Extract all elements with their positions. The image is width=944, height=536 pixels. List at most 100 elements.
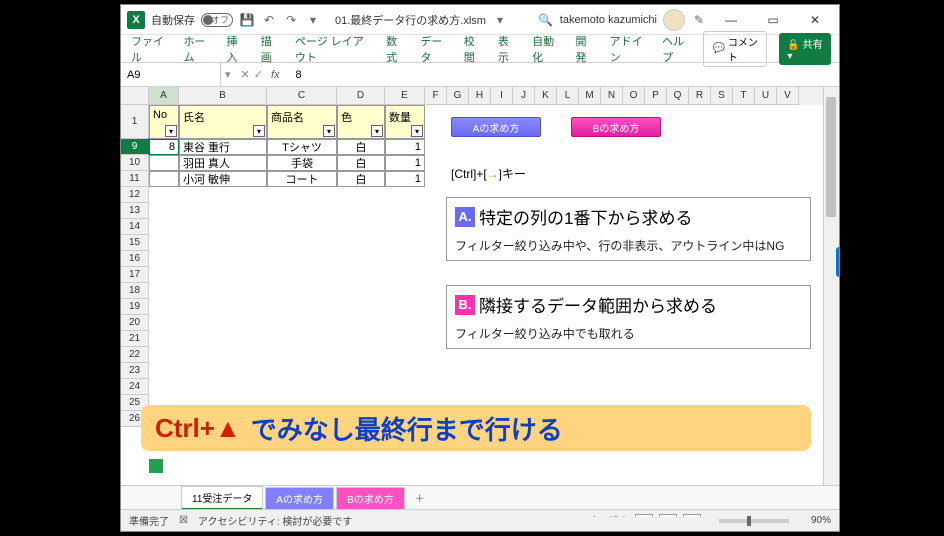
rowhead-20[interactable]: 20 [121,315,149,331]
avatar[interactable] [663,9,685,31]
cell-c9[interactable]: Tシャツ [267,139,337,155]
cell-a11[interactable] [149,171,179,187]
rowhead-9[interactable]: 9 [121,139,149,155]
colhead-e[interactable]: E [385,87,425,105]
rowhead-15[interactable]: 15 [121,235,149,251]
sheet-tab-b[interactable]: Bの求め方 [336,487,405,509]
header-color[interactable]: 色▾ [337,105,385,139]
header-name[interactable]: 氏名▾ [179,105,267,139]
colhead-p[interactable]: P [645,87,667,105]
section-a-title-text: 特定の列の1番下から求める [479,204,692,229]
filter-icon[interactable]: ▾ [323,125,335,137]
vertical-scrollbar[interactable] [823,87,839,485]
save-icon[interactable]: 💾 [239,12,255,28]
cell-d9[interactable]: 白 [337,139,385,155]
colhead-d[interactable]: D [337,87,385,105]
method-b-button[interactable]: Bの求め方 [571,117,661,137]
cell-a9[interactable]: 8 [149,139,179,155]
rowhead-1[interactable]: 1 [121,105,149,139]
header-no[interactable]: No▾ [149,105,179,139]
colhead-g[interactable]: G [447,87,469,105]
rowhead-18[interactable]: 18 [121,283,149,299]
sheet-tab-a[interactable]: Aの求め方 [265,487,334,509]
namebox-dropdown-icon[interactable]: ▾ [221,68,235,81]
rowhead-12[interactable]: 12 [121,187,149,203]
colhead-h[interactable]: H [469,87,491,105]
cancel-formula-icon[interactable]: ✕ [241,68,250,81]
autosave-toggle[interactable] [201,13,233,27]
cell-b11[interactable]: 小河 敏伸 [179,171,267,187]
rowhead-23[interactable]: 23 [121,363,149,379]
rowhead-19[interactable]: 19 [121,299,149,315]
add-sheet-button[interactable]: ＋ [407,487,433,508]
name-box[interactable]: A9 [121,63,221,86]
colhead-c[interactable]: C [267,87,337,105]
filter-icon[interactable]: ▾ [165,125,177,137]
accept-formula-icon[interactable]: ✓ [254,68,263,81]
rowhead-16[interactable]: 16 [121,251,149,267]
rowhead-22[interactable]: 22 [121,347,149,363]
rowhead-17[interactable]: 17 [121,267,149,283]
maximize-button[interactable]: ▭ [755,6,791,34]
colhead-u[interactable]: U [755,87,777,105]
minimize-button[interactable]: ― [713,6,749,34]
colhead-a[interactable]: A [149,87,179,105]
select-all-corner[interactable] [121,87,149,105]
colhead-k[interactable]: K [535,87,557,105]
colhead-n[interactable]: N [601,87,623,105]
qat-dropdown-icon[interactable]: ▾ [305,12,321,28]
rowhead-24[interactable]: 24 [121,379,149,395]
colhead-r[interactable]: R [689,87,711,105]
search-icon[interactable]: 🔍 [538,12,554,28]
pen-icon[interactable]: ✎ [691,12,707,28]
colhead-m[interactable]: M [579,87,601,105]
colhead-s[interactable]: S [711,87,733,105]
accessibility-text[interactable]: アクセシビリティ: 検討が必要です [198,513,352,528]
cell-e11[interactable]: 1 [385,171,425,187]
header-qty[interactable]: 数量▾ [385,105,425,139]
undo-icon[interactable]: ↶ [261,12,277,28]
cell-b9[interactable]: 東谷 重行 [179,139,267,155]
colhead-i[interactable]: I [491,87,513,105]
formula-input[interactable]: 8 [290,69,308,81]
cell-d10[interactable]: 白 [337,155,385,171]
header-item[interactable]: 商品名▾ [267,105,337,139]
zoom-slider[interactable] [719,519,789,523]
method-a-button[interactable]: Aの求め方 [451,117,541,137]
share-button[interactable]: 🔓 共有 ▾ [779,33,831,65]
fx-icon[interactable]: fx [271,69,280,81]
cell-c11[interactable]: コート [267,171,337,187]
colhead-t[interactable]: T [733,87,755,105]
comments-button[interactable]: 💬 コメント [703,31,767,67]
worksheet-grid[interactable]: A B C D E F G H I J K L M N O P Q R S T … [121,87,839,485]
cell-e9[interactable]: 1 [385,139,425,155]
colhead-q[interactable]: Q [667,87,689,105]
filter-icon[interactable]: ▾ [371,125,383,137]
side-panel-handle[interactable] [836,247,839,277]
filter-icon[interactable]: ▾ [253,125,265,137]
colhead-o[interactable]: O [623,87,645,105]
colhead-f[interactable]: F [425,87,447,105]
colhead-b[interactable]: B [179,87,267,105]
rowhead-14[interactable]: 14 [121,219,149,235]
rowhead-10[interactable]: 10 [121,155,149,171]
rowhead-11[interactable]: 11 [121,171,149,187]
colhead-l[interactable]: L [557,87,579,105]
cell-c10[interactable]: 手袋 [267,155,337,171]
colhead-j[interactable]: J [513,87,535,105]
rowhead-13[interactable]: 13 [121,203,149,219]
filter-icon[interactable]: ▾ [411,125,423,137]
cell-b10[interactable]: 羽田 真人 [179,155,267,171]
sheet-tab-active[interactable]: 11受注データ [181,486,263,510]
vscroll-thumb[interactable] [826,97,836,217]
rowhead-21[interactable]: 21 [121,331,149,347]
cell-d11[interactable]: 白 [337,171,385,187]
zoom-level[interactable]: 90% [811,515,831,526]
filename-dropdown-icon[interactable]: ▾ [492,12,508,28]
close-button[interactable]: ✕ [797,6,833,34]
cell-e10[interactable]: 1 [385,155,425,171]
accessibility-icon[interactable]: ☒ [179,515,188,526]
cell-a10[interactable] [149,155,179,171]
redo-icon[interactable]: ↷ [283,12,299,28]
colhead-v[interactable]: V [777,87,799,105]
